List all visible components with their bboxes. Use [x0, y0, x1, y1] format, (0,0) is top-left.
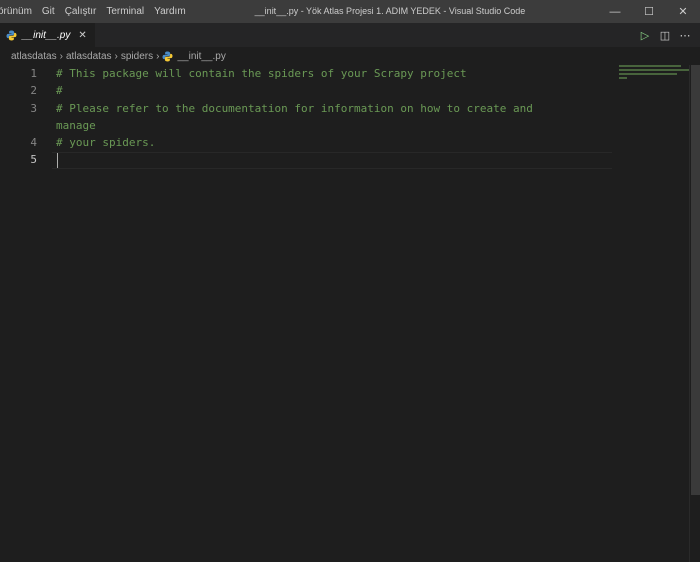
- tab-label: __init__.py: [22, 29, 71, 41]
- minimap-line: [619, 77, 627, 79]
- menu-run[interactable]: Çalıştır: [60, 0, 102, 23]
- editor-actions: ▷ ◫ ⋯: [634, 23, 694, 47]
- maximize-button[interactable]: ☐: [632, 0, 666, 23]
- more-actions-icon[interactable]: ⋯: [676, 26, 694, 44]
- title-bar: örünüm Git Çalıştır Terminal Yardım __in…: [0, 0, 700, 23]
- code-line[interactable]: 1 # This package will contain the spider…: [0, 65, 612, 82]
- menu-bar: örünüm Git Çalıştır Terminal Yardım: [0, 0, 191, 23]
- breadcrumb-item[interactable]: atlasdatas: [66, 51, 112, 62]
- chevron-right-icon: ›: [114, 50, 118, 62]
- python-icon: [162, 51, 173, 62]
- chevron-right-icon: ›: [156, 50, 160, 62]
- code-text: # Please refer to the documentation for …: [56, 102, 533, 115]
- minimize-button[interactable]: —: [598, 0, 632, 23]
- code-line[interactable]: 4 # your spiders.: [0, 134, 612, 151]
- vertical-scrollbar[interactable]: [689, 65, 700, 562]
- menu-view[interactable]: örünüm: [0, 0, 37, 23]
- menu-terminal[interactable]: Terminal: [101, 0, 149, 23]
- breadcrumb-item[interactable]: atlasdatas: [11, 51, 57, 62]
- breadcrumb-item[interactable]: spiders: [121, 51, 153, 62]
- line-number: 2: [30, 84, 37, 97]
- minimap[interactable]: [619, 65, 689, 95]
- tab-init-py[interactable]: __init__.py ✕: [0, 23, 96, 47]
- code-line[interactable]: 2 #: [0, 82, 612, 99]
- code-text: #: [56, 84, 63, 97]
- python-icon: [6, 30, 17, 41]
- scrollbar-thumb[interactable]: [691, 65, 700, 495]
- code-text: manage: [56, 119, 96, 132]
- menu-help[interactable]: Yardım: [149, 0, 191, 23]
- code-editor[interactable]: 1 # This package will contain the spider…: [0, 65, 689, 562]
- menu-git[interactable]: Git: [37, 0, 60, 23]
- line-number: 4: [30, 136, 37, 149]
- text-cursor: [57, 153, 58, 168]
- breadcrumb-file-label: __init__.py: [177, 50, 226, 62]
- breadcrumb: atlasdatas › atlasdatas › spiders › __in…: [0, 47, 700, 65]
- code-text: # This package will contain the spiders …: [56, 67, 467, 80]
- minimap-line: [619, 65, 681, 67]
- code-line-current[interactable]: 5: [0, 151, 612, 168]
- minimap-line: [619, 73, 677, 75]
- line-number: 5: [30, 153, 37, 166]
- code-line-wrapped[interactable]: manage: [0, 117, 612, 134]
- minimap-line: [619, 69, 689, 71]
- line-number: 3: [30, 102, 37, 115]
- tab-close-icon[interactable]: ✕: [78, 30, 86, 41]
- window-controls: — ☐ ✕: [598, 0, 700, 23]
- split-editor-icon[interactable]: ◫: [656, 26, 674, 44]
- close-button[interactable]: ✕: [666, 0, 700, 23]
- chevron-right-icon: ›: [59, 50, 63, 62]
- code-line[interactable]: 3 # Please refer to the documentation fo…: [0, 100, 612, 117]
- code-text: # your spiders.: [56, 136, 156, 149]
- tab-bar: __init__.py ✕ ▷ ◫ ⋯: [0, 23, 700, 47]
- line-number: 1: [30, 67, 37, 80]
- run-icon[interactable]: ▷: [636, 26, 654, 44]
- breadcrumb-file[interactable]: __init__.py: [162, 50, 226, 62]
